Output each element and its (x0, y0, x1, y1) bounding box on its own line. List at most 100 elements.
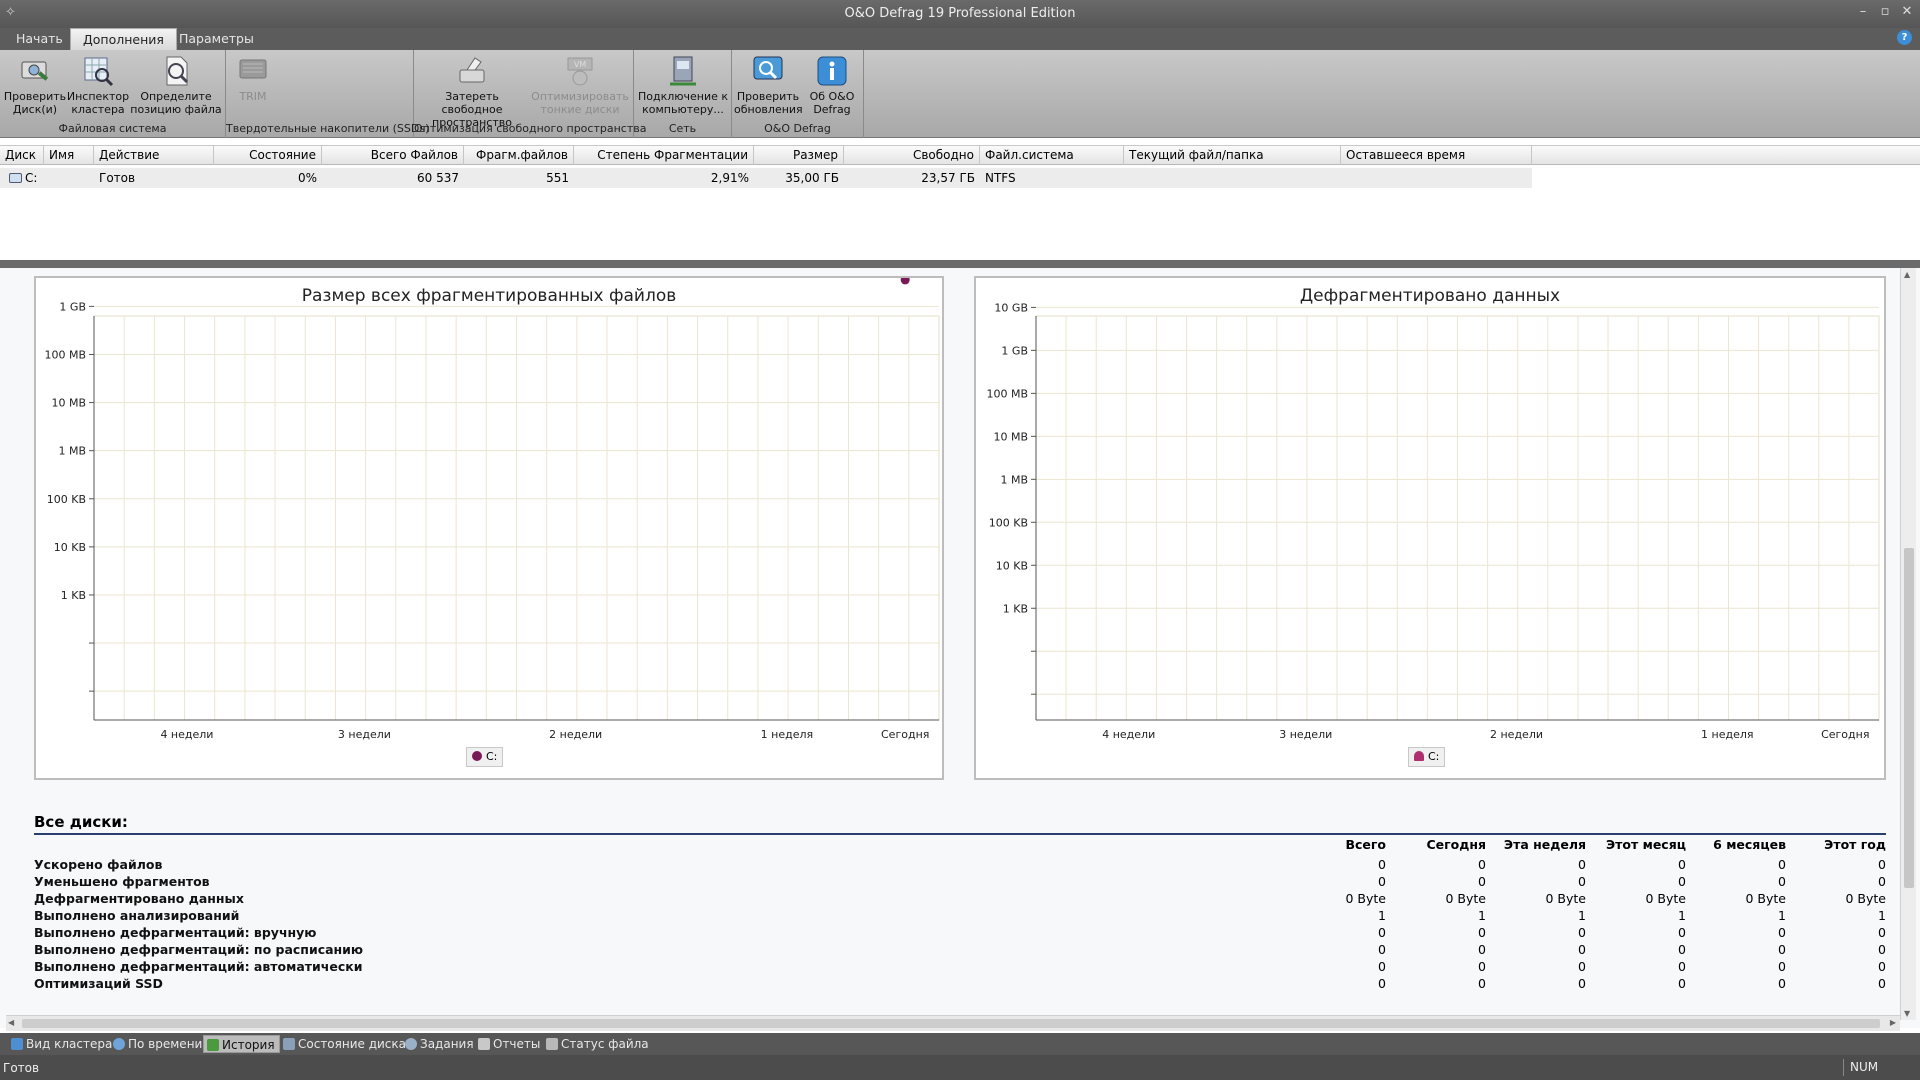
stats-cell: 1 (1778, 908, 1786, 923)
pane-splitter[interactable] (0, 260, 1920, 268)
stats-cell: 0 (1878, 925, 1886, 940)
status-text: Готов (3, 1061, 40, 1075)
minimize-icon[interactable]: – (1852, 2, 1874, 22)
stats-cell: 0 (1578, 959, 1586, 974)
stats-column-header: Сегодня (1426, 837, 1486, 852)
col-total-files[interactable]: Всего Файлов (322, 146, 464, 165)
check-disk-button[interactable]: Проверить Диск(и) (2, 54, 68, 116)
cell-remaining-time (1341, 168, 1532, 188)
stats-cell: 0 (1378, 857, 1386, 872)
stats-row-label: Дефрагментировано данных (34, 891, 244, 906)
cell-name (44, 168, 94, 188)
y-tick-label: 10 KB (996, 559, 1028, 572)
tab-cluster-view[interactable]: Вид кластера (8, 1035, 112, 1053)
col-disk[interactable]: Диск (0, 146, 44, 165)
chart-legend[interactable]: C: (1408, 747, 1446, 767)
stats-row-label: Оптимизаций SSD (34, 976, 163, 991)
vertical-scroll-thumb[interactable] (1904, 548, 1914, 888)
file-position-button[interactable]: Определите позицию файла (130, 54, 222, 116)
col-name[interactable]: Имя (44, 146, 94, 165)
close-icon[interactable]: ✕ (1896, 2, 1918, 22)
scroll-left-icon[interactable]: ◀ (8, 1018, 14, 1027)
col-current-file[interactable]: Текущий файл/папка (1124, 146, 1341, 165)
stats-cell: 0 (1578, 857, 1586, 872)
vertical-scrollbar[interactable]: ▲ ▼ (1900, 268, 1916, 1020)
cell-total-files: 60 537 (417, 171, 459, 185)
tab-label: История (222, 1038, 275, 1052)
cluster-inspector-button[interactable]: Инспектор кластера (66, 54, 130, 116)
history-chart-icon (207, 1039, 219, 1051)
horizontal-scrollbar[interactable]: ◀ ▶ (6, 1015, 1900, 1031)
col-remaining-time[interactable]: Оставшееся время (1341, 146, 1532, 165)
tab-label: По времени (128, 1037, 203, 1051)
scroll-right-icon[interactable]: ▶ (1890, 1018, 1896, 1027)
chart-fragmented-size: 1 KB 10 KB 100 KB 1 MB 10 MB 100 MB 1 GB 4 неде… (44, 278, 940, 741)
x-tick-label: 3 недели (1279, 728, 1332, 741)
stats-cell: 0 (1778, 959, 1786, 974)
history-view: Размер всех фрагментированных файлов 1 K… (0, 268, 1920, 1028)
stats-cell: 0 (1678, 925, 1686, 940)
status-bar: Готов NUM (0, 1055, 1920, 1080)
tab-reports[interactable]: Отчеты (475, 1035, 540, 1053)
col-free[interactable]: Свободно (844, 146, 980, 165)
chart-panel-fragmented-size: Размер всех фрагментированных файлов 1 K… (34, 276, 944, 780)
col-state[interactable]: Состояние (214, 146, 322, 165)
tab-file-status[interactable]: Статус файла (543, 1035, 649, 1053)
wipe-free-space-icon (459, 57, 485, 83)
y-tick-label: 10 GB (994, 301, 1028, 314)
connect-computer-button[interactable]: Подключение к компьютеру... (636, 54, 730, 116)
tab-time-view[interactable]: По времени (110, 1035, 202, 1053)
scroll-up-icon[interactable]: ▲ (1904, 270, 1910, 279)
jobs-icon (405, 1038, 417, 1050)
stats-cell: 0 (1578, 942, 1586, 957)
ribbon-group-oo-defrag: Проверить обновления Об O&O Defrag O&O D… (732, 50, 864, 138)
cell-size: 35,00 ГБ (785, 171, 839, 185)
chart-legend[interactable]: C: (466, 747, 504, 767)
tab-label: Состояние диска (298, 1037, 407, 1051)
scroll-down-icon[interactable]: ▼ (1904, 1009, 1910, 1018)
tab-disk-state[interactable]: Состояние диска (280, 1035, 406, 1053)
drive-icon (9, 173, 22, 183)
col-frag-files[interactable]: Фрагм.файлов (464, 146, 574, 165)
stats-cell: 0 (1878, 959, 1886, 974)
trim-button[interactable]: TRIM (228, 54, 278, 103)
about-button[interactable]: Об O&O Defrag (802, 54, 862, 116)
col-action[interactable]: Действие (94, 146, 214, 165)
maximize-icon[interactable]: ▫ (1874, 2, 1896, 22)
network-computer-icon (670, 56, 696, 86)
col-filesystem[interactable]: Файл.система (980, 146, 1124, 165)
check-updates-button[interactable]: Проверить обновления (734, 54, 803, 116)
stats-cell: 1 (1378, 908, 1386, 923)
tab-settings[interactable]: Параметры (167, 28, 266, 50)
file-status-icon (546, 1038, 558, 1050)
stats-cell: 0 (1778, 925, 1786, 940)
tab-history[interactable]: История (203, 1035, 280, 1053)
tab-start[interactable]: Начать (4, 28, 75, 50)
wipe-free-space-button[interactable]: Затереть свободное пространство (416, 54, 528, 129)
col-frag-degree[interactable]: Степень Фрагментации (574, 146, 754, 165)
help-icon[interactable]: ? (1897, 30, 1912, 45)
stats-cell: 0 (1678, 857, 1686, 872)
optimize-thin-disks-button[interactable]: VM Оптимизировать тонкие диски (528, 54, 632, 116)
table-row[interactable]: C: Готов 0% 60 537 551 2,91% 35,00 ГБ 23… (0, 168, 1532, 188)
horizontal-scroll-thumb[interactable] (22, 1019, 1880, 1028)
data-point[interactable] (900, 278, 910, 285)
y-tick-label: 100 MB (44, 348, 86, 361)
stats-cell: 0 (1478, 925, 1486, 940)
app-window: ✧ O&O Defrag 19 Professional Edition – ▫… (0, 0, 1920, 1080)
tab-jobs[interactable]: Задания (402, 1035, 474, 1053)
stats-divider (34, 833, 1886, 835)
stats-cell: 0 (1378, 925, 1386, 940)
stats-cell: 0 (1678, 976, 1686, 991)
stats-row-label: Выполнено дефрагментаций: по расписанию (34, 942, 364, 957)
num-lock-indicator: NUM (1843, 1059, 1884, 1076)
stats-column-header: Этот год (1824, 837, 1886, 852)
tab-extras[interactable]: Дополнения (70, 28, 177, 50)
x-tick-label: Сегодня (881, 728, 929, 741)
y-tick-label: 1 MB (1000, 473, 1028, 486)
col-size[interactable]: Размер (754, 146, 844, 165)
stats-cell: 0 (1778, 857, 1786, 872)
stats-header: Все диски: (34, 813, 128, 831)
ribbon-group-ssd: TRIM Твердотельные накопители (SSDs) (226, 50, 429, 138)
y-tick-label: 1 KB (1003, 602, 1028, 615)
